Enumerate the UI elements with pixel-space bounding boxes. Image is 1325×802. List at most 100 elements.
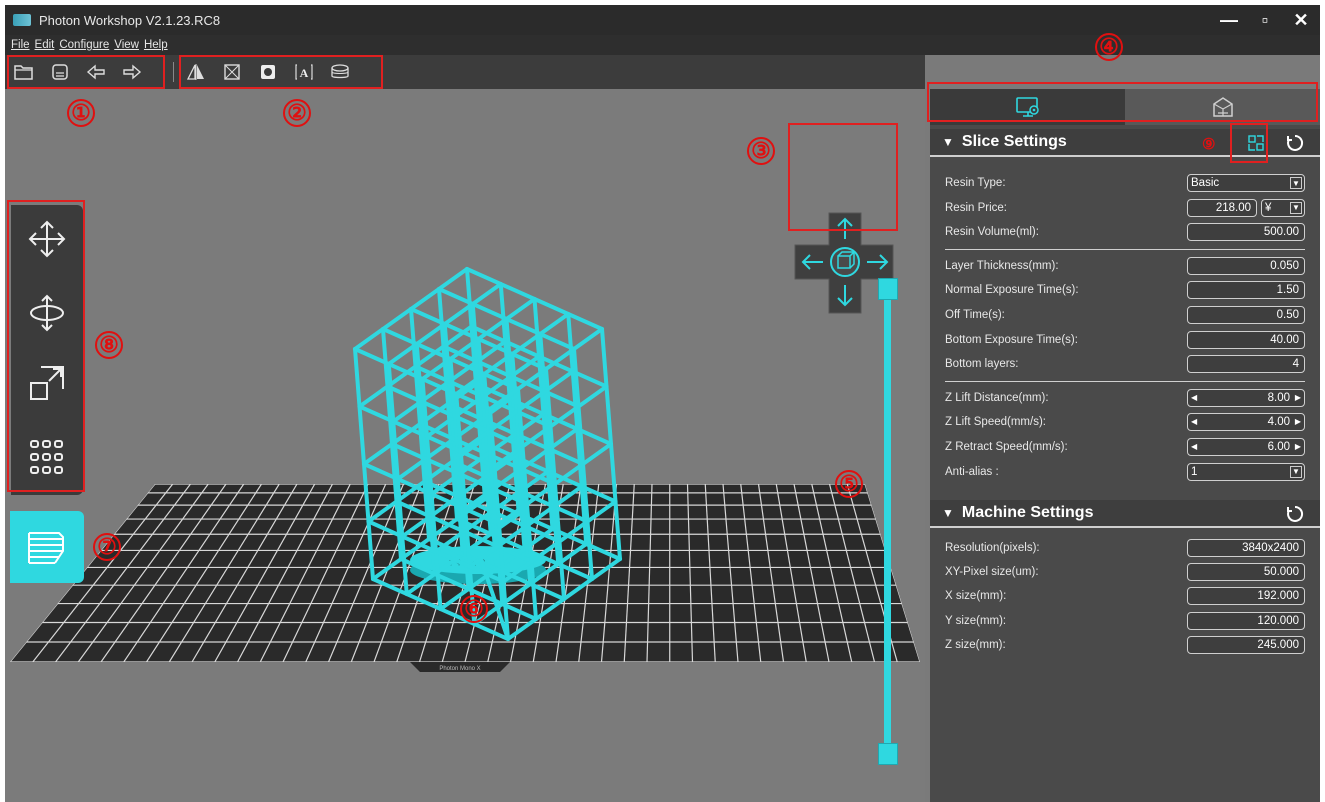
decrement-arrow-icon[interactable]: ◀ [1191, 414, 1197, 430]
layers-icon [28, 532, 64, 564]
setting-label: XY-Pixel size(um): [945, 566, 1039, 579]
title-bar: Photon Workshop V2.1.23.RC8 — ▫ ✕ [5, 5, 1320, 35]
dropdown-value: 1 [1191, 465, 1198, 478]
layer-slider-top-handle[interactable] [878, 278, 898, 300]
collapse-caret-icon[interactable]: ▼ [942, 506, 954, 520]
annotation-box-4 [927, 82, 1318, 122]
setting-input[interactable]: 120.000 [1187, 611, 1305, 630]
input-value: 1.50 [1276, 284, 1299, 297]
scene-canvas: Photon Mono X ⚘⚘⚘⚘⚘ [10, 267, 920, 672]
setting-label: Resolution(pixels): [945, 542, 1040, 554]
setting-input[interactable]: 50.000 [1187, 563, 1305, 582]
currency-dropdown[interactable]: ¥ ▼ [1261, 198, 1305, 217]
setting-label: X size(mm): [945, 590, 1007, 603]
setting-label: Z Lift Speed(mm/s): [945, 416, 1046, 429]
setting-input[interactable]: 500.00 [1187, 223, 1305, 242]
increment-arrow-icon[interactable]: ▶ [1295, 439, 1301, 455]
dropdown-arrow-icon[interactable]: ▼ [1290, 177, 1302, 189]
setting-input[interactable]: 218.00 [1187, 198, 1257, 217]
setting-row: Layer Thickness(mm): 0.050 [945, 255, 1305, 277]
setting-row: Resin Price: ¥ ▼ 218.00 [945, 197, 1305, 219]
setting-row: Z Lift Speed(mm/s): ◀ 4.00 ▶ [945, 411, 1305, 433]
setting-dropdown[interactable]: 1 ▼ [1187, 462, 1305, 481]
setting-dropdown[interactable]: Basic ▼ [1187, 174, 1305, 192]
annotation-3: ③ [747, 137, 775, 165]
setting-label: Resin Type: [945, 177, 1006, 189]
input-value: 50.000 [1263, 566, 1299, 579]
setting-label: Normal Exposure Time(s): [945, 284, 1079, 297]
setting-row: Z Retract Speed(mm/s): ◀ 6.00 ▶ [945, 436, 1305, 458]
setting-label: Bottom layers: [945, 358, 1019, 371]
setting-input[interactable]: 0.050 [1187, 256, 1305, 275]
annotation-6: ⑥ [460, 595, 488, 623]
menu-view[interactable]: View [114, 39, 139, 51]
setting-label: Resin Volume(ml): [945, 226, 1039, 239]
decrement-arrow-icon[interactable]: ◀ [1191, 390, 1197, 406]
spinbox-value: 4.00 [1267, 416, 1290, 429]
setting-input[interactable]: 192.000 [1187, 587, 1305, 606]
annotation-box-8 [7, 200, 85, 492]
setting-spinbox[interactable]: ◀ 8.00 ▶ [1187, 388, 1305, 407]
input-value: 218.00 [1215, 201, 1251, 214]
input-value: 0.050 [1270, 259, 1299, 272]
setting-row: Bottom layers: 4 [945, 353, 1305, 375]
setting-label: Anti-alias : [945, 465, 999, 478]
menu-configure[interactable]: Configure [59, 39, 109, 51]
layer-slider-track[interactable] [884, 295, 891, 765]
dropdown-arrow-icon[interactable]: ▼ [1290, 201, 1302, 214]
increment-arrow-icon[interactable]: ▶ [1295, 390, 1301, 406]
increment-arrow-icon[interactable]: ▶ [1295, 414, 1301, 430]
layer-preview-button[interactable] [10, 511, 84, 583]
annotation-7: ⑦ [93, 533, 121, 561]
setting-input[interactable]: 1.50 [1187, 281, 1305, 300]
menu-file[interactable]: File [11, 39, 30, 51]
annotation-1: ① [67, 99, 95, 127]
3d-viewport[interactable]: Photon Mono X ⚘⚘⚘⚘⚘ [5, 89, 925, 802]
menu-help[interactable]: Help [144, 39, 168, 51]
maximize-button[interactable]: ▫ [1256, 10, 1274, 31]
annotation-4: ④ [1095, 33, 1123, 61]
input-value: 0.50 [1276, 309, 1299, 321]
app-window: Photon Workshop V2.1.23.RC8 — ▫ ✕ File E… [5, 5, 1320, 802]
reset-icon[interactable] [1286, 505, 1304, 523]
close-button[interactable]: ✕ [1292, 10, 1310, 31]
annotation-5: ⑤ [835, 470, 863, 498]
layer-slider-bottom-handle[interactable] [878, 743, 898, 765]
setting-row: Resolution(pixels): 3840x2400 [945, 537, 1305, 559]
decrement-arrow-icon[interactable]: ◀ [1191, 439, 1197, 455]
input-value: 192.000 [1257, 590, 1299, 603]
annotation-8: ⑧ [95, 331, 123, 359]
input-value: 40.00 [1270, 333, 1299, 346]
setting-label: Z Lift Distance(mm): [945, 391, 1049, 404]
setting-spinbox[interactable]: ◀ 4.00 ▶ [1187, 413, 1305, 432]
input-value: 500.00 [1263, 226, 1299, 239]
setting-label: Off Time(s): [945, 309, 1005, 321]
menu-edit[interactable]: Edit [35, 39, 55, 51]
collapse-caret-icon[interactable]: ▼ [942, 135, 954, 149]
minimize-button[interactable]: — [1220, 10, 1238, 31]
annotation-2: ② [283, 99, 311, 127]
setting-label: Layer Thickness(mm): [945, 259, 1059, 272]
section-divider [945, 248, 1305, 250]
toolbar-separator [173, 62, 174, 82]
spinbox-value: 8.00 [1267, 391, 1290, 404]
reset-icon[interactable] [1286, 134, 1304, 152]
currency-value: ¥ [1265, 201, 1272, 214]
setting-input[interactable]: 245.000 [1187, 635, 1305, 654]
input-value: 120.000 [1257, 614, 1299, 627]
setting-input[interactable]: 40.00 [1187, 330, 1305, 349]
setting-input[interactable]: 0.50 [1187, 306, 1305, 324]
dropdown-arrow-icon[interactable]: ▼ [1290, 465, 1302, 478]
spinbox-value: 6.00 [1267, 441, 1290, 453]
setting-label: Y size(mm): [945, 614, 1007, 627]
input-value: 245.000 [1257, 638, 1299, 651]
setting-input[interactable]: 4 [1187, 355, 1305, 374]
machine-settings-header[interactable]: ▼ Machine Settings [930, 500, 1320, 528]
annotation-box-3 [788, 123, 898, 231]
setting-spinbox[interactable]: ◀ 6.00 ▶ [1187, 438, 1305, 456]
setting-input[interactable]: 3840x2400 [1187, 539, 1305, 557]
input-value: 4 [1292, 358, 1299, 371]
annotation-box-2 [179, 55, 383, 89]
app-logo-icon [13, 14, 31, 26]
setting-row: Z size(mm): 245.000 [945, 634, 1305, 656]
